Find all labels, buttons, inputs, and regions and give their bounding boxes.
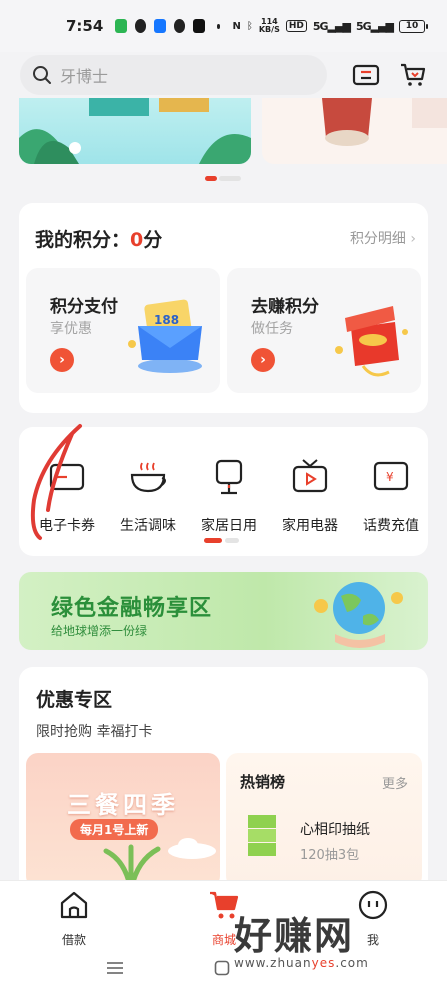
gift-box-icon [335, 306, 408, 377]
app-notification-icon [193, 19, 205, 33]
earn-points-card[interactable]: 去赚积分 做任务 › [227, 268, 421, 393]
nav-label: 借款 [61, 933, 86, 947]
carousel-indicator [219, 176, 241, 181]
wechat-icon-2 [173, 19, 186, 33]
status-bar: 7:54 N ᛒ 114 KB/S HD 5G▂▄▆ 5G▂▄▆ 10 [0, 0, 447, 52]
search-icon [33, 66, 51, 84]
search-bar[interactable]: 牙博士 [20, 55, 327, 95]
points-pay-card[interactable]: 积分支付 享优惠 › 188 [26, 268, 220, 393]
hot-sales-title: 热销榜 [240, 773, 286, 791]
signal-icon-2: 5G▂▄▆ [355, 19, 394, 33]
watermark-logo: 好赚网 www.zhuanyes.com [234, 914, 369, 970]
deals-card: 优惠专区 限时抢购 幸福打卡 三餐四季 每月1号上新 热销榜 更多 心相印抽纸 … [19, 667, 428, 907]
green-finance-banner[interactable]: 绿色金融畅享区 给地球增添一份绿 [19, 572, 428, 650]
more-link[interactable]: 更多 [382, 773, 408, 792]
points-card: 我的积分：0分 积分明细 › 积分支付 享优惠 › 188 去赚积分 做任务 › [19, 203, 428, 413]
carousel-indicator-active [205, 176, 217, 181]
clock: 7:54 [66, 17, 104, 35]
bluetooth-icon: ᛒ [246, 20, 253, 32]
category-label: 家居日用 [201, 518, 257, 534]
globe-icon [314, 582, 403, 648]
signal-icon-1: 5G▂▄▆ [312, 19, 351, 33]
search-input[interactable]: 牙博士 [60, 63, 108, 87]
deals-subtitle: 限时抢购 幸福打卡 [36, 724, 153, 740]
banner-slide-2[interactable] [262, 98, 447, 164]
category-item-seasoning[interactable]: 生活调味 [108, 455, 188, 535]
home-button-icon[interactable] [214, 960, 230, 976]
menu-icon[interactable] [106, 960, 124, 976]
alipay-icon [154, 19, 166, 33]
green-banner-subtitle: 给地球增添一份绿 [51, 624, 148, 638]
product-name: 心相印抽纸 [300, 822, 370, 838]
message-app-icon [115, 19, 127, 33]
earn-points-title: 去赚积分 [251, 297, 319, 317]
category-label: 话费充值 [363, 518, 419, 534]
more-notifications-dot [216, 23, 221, 29]
points-title: 我的积分：0分 [35, 229, 163, 251]
hand-drawn-annotation [30, 424, 82, 540]
category-label: 家用电器 [282, 518, 338, 534]
nfc-icon: N [232, 20, 241, 32]
chevron-right-icon: › [410, 231, 416, 247]
arrow-right-icon[interactable]: › [251, 348, 275, 372]
bowl-icon [130, 462, 166, 493]
category-item-phone-bill[interactable]: ¥ 话费充值 [351, 455, 431, 535]
home-icon [60, 891, 88, 919]
tv-icon [292, 459, 328, 493]
cloud-icon [168, 838, 216, 859]
envelope-coupon-icon: 188 [128, 299, 202, 373]
promo-headline: 三餐四季 [67, 791, 179, 819]
svg-text:¥: ¥ [386, 470, 394, 484]
arrow-right-icon[interactable]: › [50, 348, 74, 372]
earn-points-subtitle: 做任务 [251, 321, 293, 337]
network-speed: 114 KB/S [258, 17, 280, 34]
category-item-home[interactable]: 家居日用 [189, 455, 269, 535]
phone-bill-icon: ¥ [373, 461, 409, 491]
hot-sales-panel[interactable]: 热销榜 更多 心相印抽纸 120抽3包 [226, 753, 422, 888]
orders-icon[interactable] [352, 62, 380, 88]
three-meals-promo[interactable]: 三餐四季 每月1号上新 [26, 753, 220, 888]
cart-header-icon[interactable] [399, 62, 427, 88]
category-item-appliances[interactable]: 家用电器 [270, 455, 350, 535]
category-page-indicator [225, 538, 239, 543]
nav-loan[interactable]: 借款 [34, 889, 114, 948]
product-spec: 120抽3包 [300, 848, 360, 863]
promo-pill: 每月1号上新 [70, 819, 159, 840]
coupon-badge: 188 [154, 313, 179, 327]
points-pay-subtitle: 享优惠 [50, 321, 92, 337]
tissue-pack-icon [248, 815, 276, 856]
points-value: 0 [130, 229, 144, 251]
deals-title: 优惠专区 [36, 689, 113, 711]
hd-badge: HD [285, 20, 307, 32]
lamp-icon [215, 459, 243, 495]
points-pay-title: 积分支付 [50, 297, 118, 317]
points-detail-link[interactable]: 积分明细 › [350, 228, 416, 248]
banner-slide-1[interactable] [19, 98, 251, 164]
battery-icon: 10 [399, 19, 429, 33]
category-page-indicator-active [204, 538, 222, 543]
category-label: 生活调味 [120, 518, 176, 534]
wechat-icon [134, 19, 147, 33]
green-banner-title: 绿色金融畅享区 [51, 596, 213, 621]
